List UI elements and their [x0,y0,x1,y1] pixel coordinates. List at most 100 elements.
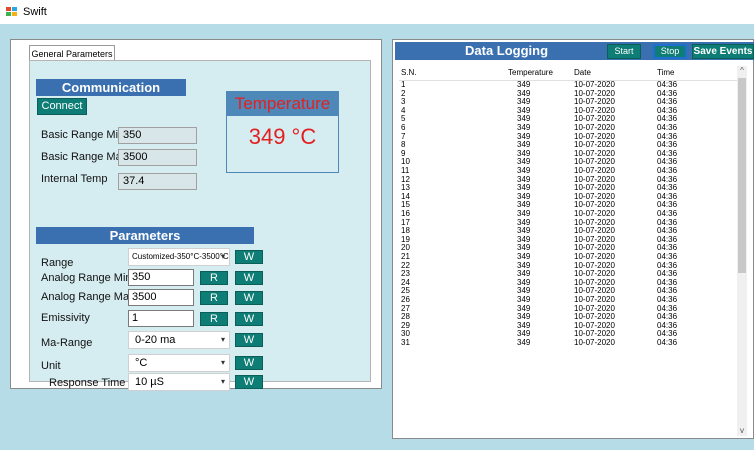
emissivity-input[interactable]: 1 [128,310,194,327]
basic-range-min-label: Basic Range Min [41,129,125,141]
ma-range-select-value: 0-20 ma [135,334,176,346]
window-title: Swift [23,6,47,18]
table-row[interactable]: 28 349 10-07-2020 04:36 [399,313,739,322]
tab-general-parameters[interactable]: General Parameters [29,45,115,61]
basic-range-min-field: 350 [118,127,197,144]
table-row[interactable]: 7 349 10-07-2020 04:36 [399,132,739,142]
chevron-down-icon: ▾ [220,335,225,344]
cell-temperature: 349 [517,338,531,347]
response-time-select[interactable]: 10 µS ▾ [128,373,230,391]
scroll-down-icon[interactable]: v [738,426,746,436]
emissivity-read-button[interactable]: R [200,312,228,326]
table-row[interactable]: 8 349 10-07-2020 04:36 [399,141,739,150]
ma-range-select[interactable]: 0-20 ma ▾ [128,331,230,349]
range-select-value: Customized-350°C-3500°C [132,252,229,261]
table-row[interactable]: 24 349 10-07-2020 04:36 [399,278,739,288]
unit-label: Unit [41,360,61,372]
column-header-time[interactable]: Time [657,68,674,77]
emissivity-label: Emissivity [41,312,90,324]
parameters-header: Parameters [36,227,254,244]
ma-range-write-button[interactable]: W [235,333,263,347]
temperature-title: Temperature [227,92,338,116]
table-row[interactable]: 27 349 10-07-2020 04:36 [399,304,739,314]
scrollbar-thumb[interactable] [738,78,746,273]
range-select[interactable]: Customized-350°C-3500°C ▾ [128,248,230,266]
response-time-write-button[interactable]: W [235,375,263,389]
table-row[interactable]: 2 349 10-07-2020 04:36 [399,89,739,99]
data-logging-panel: Data Logging Start Stop Save Events S.N.… [392,39,754,439]
basic-range-max-label: Basic Range Max [41,151,128,163]
client-area: General Parameters Communication Connect… [0,24,754,450]
table-row[interactable]: 3 349 10-07-2020 04:36 [399,98,739,107]
table-row[interactable]: 21 349 10-07-2020 04:36 [399,252,739,262]
table-row[interactable]: 13 349 10-07-2020 04:36 [399,184,739,193]
cell-time: 04:36 [657,338,678,347]
general-parameters-panel: General Parameters Communication Connect… [10,39,382,391]
table-row[interactable]: 25 349 10-07-2020 04:36 [399,287,739,296]
communication-header: Communication [36,79,186,96]
emissivity-write-button[interactable]: W [235,312,263,326]
temperature-display: Temperature 349 °C [226,91,339,173]
table-row[interactable]: 5 349 10-07-2020 04:36 [399,115,739,124]
analog-range-max-read-button[interactable]: R [200,291,228,305]
analog-range-min-read-button[interactable]: R [200,271,228,285]
response-time-select-value: 10 µS [135,376,164,388]
cell-sn: 31 [401,338,410,347]
internal-temp-field: 37.4 [118,173,197,190]
table-row[interactable]: 6 349 10-07-2020 04:36 [399,123,739,133]
table-row[interactable]: 12 349 10-07-2020 04:36 [399,175,739,185]
chevron-down-icon: ▾ [220,377,225,386]
unit-select-value: °C [135,357,148,369]
analog-range-max-label: Analog Range Max [41,291,135,303]
table-row[interactable]: 14 349 10-07-2020 04:36 [399,192,739,202]
table-row[interactable]: 18 349 10-07-2020 04:36 [399,227,739,236]
table-row[interactable]: 22 349 10-07-2020 04:36 [399,261,739,271]
tab-page-general: Communication Connect Basic Range Min 35… [29,60,371,382]
column-header-sn[interactable]: S.N. [401,68,417,77]
analog-range-min-label: Analog Range Min [41,272,132,284]
table-row[interactable]: 10 349 10-07-2020 04:36 [399,158,739,167]
scroll-up-icon[interactable]: ^ [738,66,746,76]
table-row[interactable]: 15 349 10-07-2020 04:36 [399,201,739,210]
range-label: Range [41,257,74,269]
cell-date: 10-07-2020 [574,338,615,347]
save-events-button[interactable]: Save Events [692,44,754,59]
response-time-label: Response Time [49,377,126,389]
table-row[interactable]: 20 349 10-07-2020 04:36 [399,244,739,253]
basic-range-max-field: 3500 [118,149,197,166]
start-button[interactable]: Start [607,44,641,59]
analog-range-max-input[interactable]: 3500 [128,289,194,306]
unit-write-button[interactable]: W [235,356,263,370]
table-row[interactable]: 23 349 10-07-2020 04:36 [399,270,739,279]
table-row[interactable]: 30 349 10-07-2020 04:36 [399,330,739,339]
analog-range-max-write-button[interactable]: W [235,291,263,305]
table-row[interactable]: 16 349 10-07-2020 04:36 [399,209,739,219]
unit-select[interactable]: °C ▾ [128,354,230,372]
internal-temp-label: Internal Temp [41,173,108,185]
table-row[interactable]: 1 349 10-07-2020 04:36 [399,80,739,90]
ma-range-label: Ma-Range [41,337,93,349]
table-row[interactable]: 9 349 10-07-2020 04:36 [399,149,739,159]
table-row[interactable]: 11 349 10-07-2020 04:36 [399,166,739,176]
data-log-table[interactable]: S.N. Temperature Date Time 1 349 10-07-202… [399,66,747,436]
column-header-date[interactable]: Date [574,68,591,77]
data-logging-header: Data Logging Start Stop Save Events [395,42,754,60]
range-write-button[interactable]: W [235,250,263,264]
table-row[interactable]: 19 349 10-07-2020 04:36 [399,235,739,245]
column-header-temperature[interactable]: Temperature [508,68,553,77]
temperature-value: 349 °C [248,124,317,149]
table-row[interactable]: 31 349 10-07-2020 04:36 [399,338,739,348]
app-icon [6,7,18,17]
connect-button[interactable]: Connect [37,98,87,115]
table-row[interactable]: 29 349 10-07-2020 04:36 [399,321,739,331]
table-row[interactable]: 4 349 10-07-2020 04:36 [399,106,739,116]
chevron-down-icon: ▾ [220,252,225,261]
analog-range-min-input[interactable]: 350 [128,269,194,286]
table-row[interactable]: 17 349 10-07-2020 04:36 [399,218,739,228]
analog-range-min-write-button[interactable]: W [235,271,263,285]
stop-button[interactable]: Stop [653,44,687,59]
chevron-down-icon: ▾ [220,358,225,367]
data-logging-title: Data Logging [465,43,549,58]
vertical-scrollbar[interactable]: ^ v [737,66,747,436]
table-row[interactable]: 26 349 10-07-2020 04:36 [399,295,739,305]
